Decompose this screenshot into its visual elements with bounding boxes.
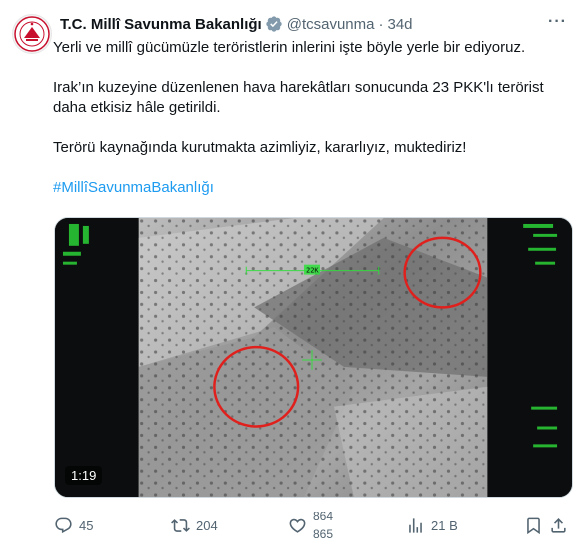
share-button[interactable] bbox=[549, 512, 568, 538]
retweet-count: 204 bbox=[196, 517, 218, 533]
more-icon[interactable]: ··· bbox=[548, 14, 567, 30]
video-thumbnail: 22K bbox=[55, 218, 572, 497]
tweet-time[interactable]: 34d bbox=[387, 16, 412, 33]
tweet-card[interactable]: T.C. Millî Savunma Bakanlığı @tcsavunma … bbox=[0, 0, 585, 550]
retweet-icon bbox=[171, 518, 190, 532]
verified-badge-icon bbox=[265, 15, 283, 33]
video-player[interactable]: 22K 1:19 bbox=[54, 217, 573, 498]
like-count-previous: 864 bbox=[313, 512, 334, 523]
reply-icon bbox=[55, 517, 72, 533]
tweet-text-line1: Yerli ve millî gücümüzle teröristlerin i… bbox=[53, 39, 526, 56]
share-icon bbox=[551, 517, 566, 533]
reply-count: 45 bbox=[79, 517, 94, 533]
views-button[interactable]: 21 B bbox=[406, 512, 458, 538]
reply-button[interactable]: 45 bbox=[54, 512, 93, 538]
author-handle[interactable]: @tcsavunma bbox=[287, 16, 375, 33]
tweet-text-para2: Irak’ın kuzeyine düzenlenen hava harekât… bbox=[53, 79, 544, 116]
video-duration: 1:19 bbox=[65, 466, 103, 485]
author-name[interactable]: T.C. Millî Savunma Bakanlığı bbox=[60, 16, 262, 33]
tweet-text-para3: Terörü kaynağında kurutmakta azimliyiz, … bbox=[53, 139, 467, 156]
like-button[interactable]: 864 865 bbox=[288, 512, 339, 538]
like-icon bbox=[289, 518, 306, 533]
hud-range-label: 22K bbox=[306, 267, 319, 275]
avatar[interactable] bbox=[12, 14, 52, 54]
like-count-next: 865 bbox=[313, 527, 334, 538]
retweet-button[interactable]: 204 bbox=[171, 512, 218, 538]
tweet-header: T.C. Millî Savunma Bakanlığı @tcsavunma … bbox=[60, 14, 577, 34]
separator-dot: · bbox=[378, 15, 384, 33]
bookmark-icon bbox=[527, 517, 540, 534]
like-count: 864 865 bbox=[313, 512, 339, 538]
hashtag-link[interactable]: #MillîSavunmaBakanlığı bbox=[53, 178, 573, 198]
views-icon bbox=[409, 517, 422, 533]
views-count: 21 B bbox=[431, 517, 458, 533]
tweet-actions: 45 204 864 865 21 B bbox=[54, 512, 573, 538]
bookmark-button[interactable] bbox=[524, 512, 543, 538]
ministry-logo-icon bbox=[14, 16, 50, 52]
